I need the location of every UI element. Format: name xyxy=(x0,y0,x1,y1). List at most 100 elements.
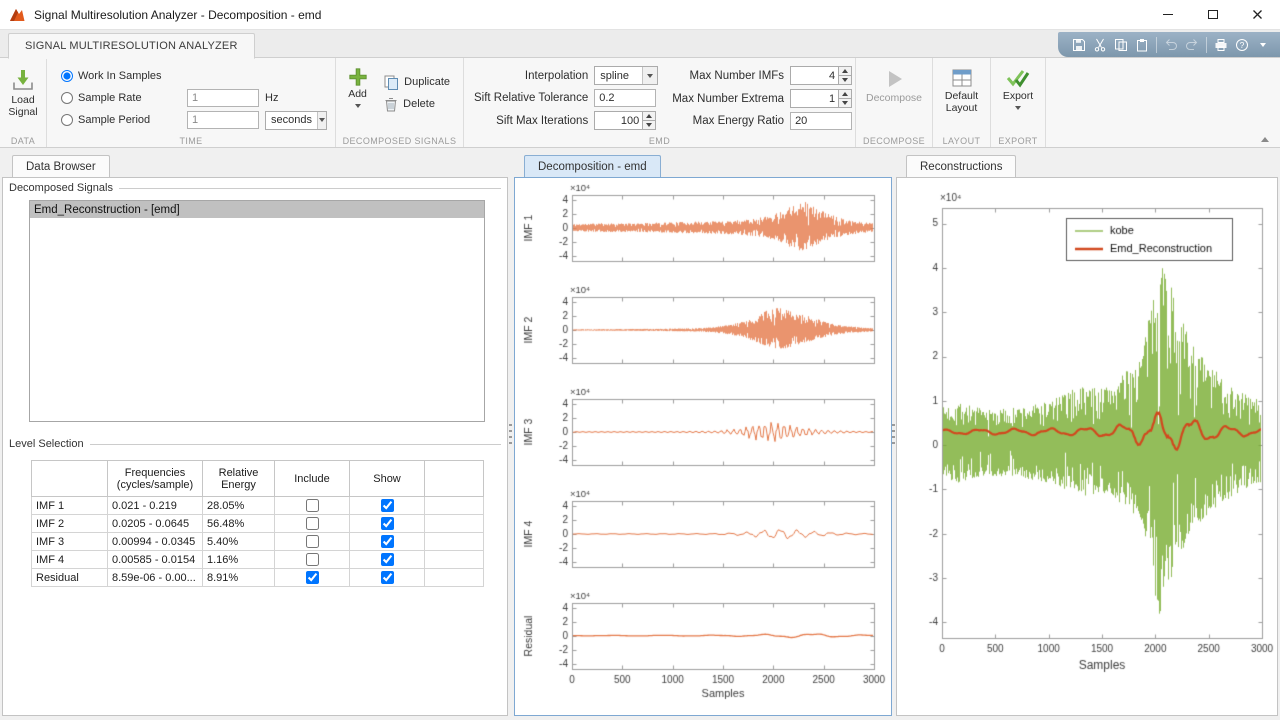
paste-icon[interactable] xyxy=(1135,38,1149,52)
add-button[interactable]: Add xyxy=(342,63,373,133)
decomposition-panel: Decomposition - emd xyxy=(514,154,892,716)
spinner-up-button[interactable] xyxy=(839,90,851,98)
radio-sample-rate[interactable]: Sample Rate xyxy=(61,92,187,104)
minimize-button[interactable] xyxy=(1145,0,1190,29)
spinner-up-button[interactable] xyxy=(643,112,655,120)
print-icon[interactable] xyxy=(1214,38,1228,52)
undo-icon[interactable] xyxy=(1164,38,1178,52)
max-extrema-input[interactable] xyxy=(791,90,838,107)
include-checkbox[interactable] xyxy=(306,517,319,530)
dock-icon[interactable] xyxy=(1256,38,1270,52)
export-check-icon xyxy=(1006,67,1030,89)
default-layout-button[interactable]: Default Layout xyxy=(939,63,984,115)
sample-period-unit-dropdown[interactable]: seconds xyxy=(265,111,327,130)
include-checkbox[interactable] xyxy=(306,553,319,566)
show-checkbox[interactable] xyxy=(381,571,394,584)
redo-icon[interactable] xyxy=(1185,38,1199,52)
chevron-down-icon xyxy=(355,104,361,108)
window-title: Signal Multiresolution Analyzer - Decomp… xyxy=(34,8,321,22)
max-imfs-spinner[interactable] xyxy=(790,66,852,85)
work-in-samples-radio[interactable] xyxy=(61,70,73,82)
level-row[interactable]: Residual8.59e-06 - 0.00...8.91% xyxy=(32,569,484,587)
quick-access-toolbar: ? xyxy=(1058,32,1280,57)
copy-icon[interactable] xyxy=(1114,38,1128,52)
save-icon[interactable] xyxy=(1072,38,1086,52)
delete-button[interactable]: Delete xyxy=(377,93,457,115)
list-item-emd-reconstruction[interactable]: Emd_Reconstruction - [emd] xyxy=(30,201,484,218)
reconstructions-body xyxy=(896,177,1278,716)
section-label-decomposed-signals: DECOMPOSED SIGNALS xyxy=(336,136,463,146)
duplicate-button[interactable]: Duplicate xyxy=(377,71,457,93)
load-signal-label-1: Load xyxy=(11,94,34,106)
decomposition-canvas[interactable] xyxy=(516,180,890,714)
chevron-down-icon xyxy=(642,67,657,84)
spinner-down-button[interactable] xyxy=(643,120,655,129)
tab-signal-multiresolution-analyzer[interactable]: SIGNAL MULTIRESOLUTION ANALYZER xyxy=(8,33,255,59)
level-selection-group: Level Selection xyxy=(3,438,507,450)
include-checkbox[interactable] xyxy=(306,571,319,584)
section-label-layout: LAYOUT xyxy=(933,136,990,146)
include-checkbox[interactable] xyxy=(306,535,319,548)
radio-work-in-samples[interactable]: Work In Samples xyxy=(61,70,187,82)
level-row[interactable]: IMF 20.0205 - 0.064556.48% xyxy=(32,515,484,533)
panel-splitter[interactable] xyxy=(508,154,513,716)
show-checkbox[interactable] xyxy=(381,517,394,530)
spinner-up-button[interactable] xyxy=(839,67,851,75)
header-include: Include xyxy=(275,461,350,497)
level-row[interactable]: IMF 40.00585 - 0.01541.16% xyxy=(32,551,484,569)
sample-period-input[interactable] xyxy=(187,111,259,129)
max-imfs-input[interactable] xyxy=(791,67,838,84)
collapse-toolstrip-button[interactable] xyxy=(1258,134,1272,144)
radio-sample-period[interactable]: Sample Period xyxy=(61,114,187,126)
level-row[interactable]: IMF 30.00994 - 0.03455.40% xyxy=(32,533,484,551)
toolbar-divider xyxy=(1206,37,1207,53)
header-relative-energy: Relative Energy xyxy=(203,461,275,497)
sift-tolerance-input[interactable] xyxy=(594,89,656,107)
chevron-down-icon xyxy=(1015,106,1021,110)
maximize-button[interactable] xyxy=(1190,0,1235,29)
tab-decomposition-emd[interactable]: Decomposition - emd xyxy=(524,155,661,177)
interpolation-dropdown[interactable]: spline xyxy=(594,66,658,85)
sift-iterations-spinner[interactable] xyxy=(594,111,656,130)
max-extrema-spinner[interactable] xyxy=(790,89,852,108)
section-label-time: TIME xyxy=(47,136,335,146)
level-row[interactable]: IMF 10.021 - 0.21928.05% xyxy=(32,497,484,515)
help-icon[interactable]: ? xyxy=(1235,38,1249,52)
sample-rate-label: Sample Rate xyxy=(78,92,142,104)
spinner-down-button[interactable] xyxy=(839,75,851,84)
data-browser-body: Decomposed Signals Emd_Reconstruction - … xyxy=(2,177,508,716)
interpolation-label: Interpolation xyxy=(474,70,588,82)
decomposed-signals-group: Decomposed Signals xyxy=(3,182,507,194)
show-checkbox[interactable] xyxy=(381,499,394,512)
close-button[interactable] xyxy=(1235,0,1280,29)
section-data: Load Signal DATA xyxy=(0,58,47,147)
decomposed-signals-list[interactable]: Emd_Reconstruction - [emd] xyxy=(29,200,485,422)
include-checkbox[interactable] xyxy=(306,499,319,512)
sample-rate-unit: Hz xyxy=(265,92,278,104)
cut-icon[interactable] xyxy=(1093,38,1107,52)
sample-rate-radio[interactable] xyxy=(61,92,73,104)
decompose-label: Decompose xyxy=(866,93,922,105)
spinner-down-button[interactable] xyxy=(839,98,851,107)
load-signal-button[interactable]: Load Signal xyxy=(6,63,40,119)
export-button[interactable]: Export xyxy=(997,63,1039,111)
section-decompose: Decompose DECOMPOSE xyxy=(856,58,933,147)
work-in-samples-label: Work In Samples xyxy=(78,70,162,82)
sift-iterations-input[interactable] xyxy=(595,112,642,129)
max-imfs-label: Max Number IMFs xyxy=(672,70,784,82)
toolstrip: Load Signal DATA Work In Samples Sample … xyxy=(0,58,1280,148)
decomposition-body xyxy=(514,177,892,716)
tab-reconstructions[interactable]: Reconstructions xyxy=(906,155,1016,177)
decompose-button[interactable]: Decompose xyxy=(862,63,926,106)
load-signal-icon xyxy=(10,67,36,93)
main-area: Data Browser Decomposed Signals Emd_Reco… xyxy=(0,148,1280,720)
reconstructions-canvas[interactable] xyxy=(898,180,1276,714)
show-checkbox[interactable] xyxy=(381,553,394,566)
sample-rate-input[interactable] xyxy=(187,89,259,107)
max-energy-input[interactable] xyxy=(790,112,852,130)
tab-data-browser[interactable]: Data Browser xyxy=(12,155,110,177)
section-emd: Interpolation spline Sift Relative Toler… xyxy=(464,58,856,147)
sample-period-radio[interactable] xyxy=(61,114,73,126)
show-checkbox[interactable] xyxy=(381,535,394,548)
section-decomposed-signals: Add Duplicate Delete DECOMPOSED SIGNALS xyxy=(336,58,464,147)
